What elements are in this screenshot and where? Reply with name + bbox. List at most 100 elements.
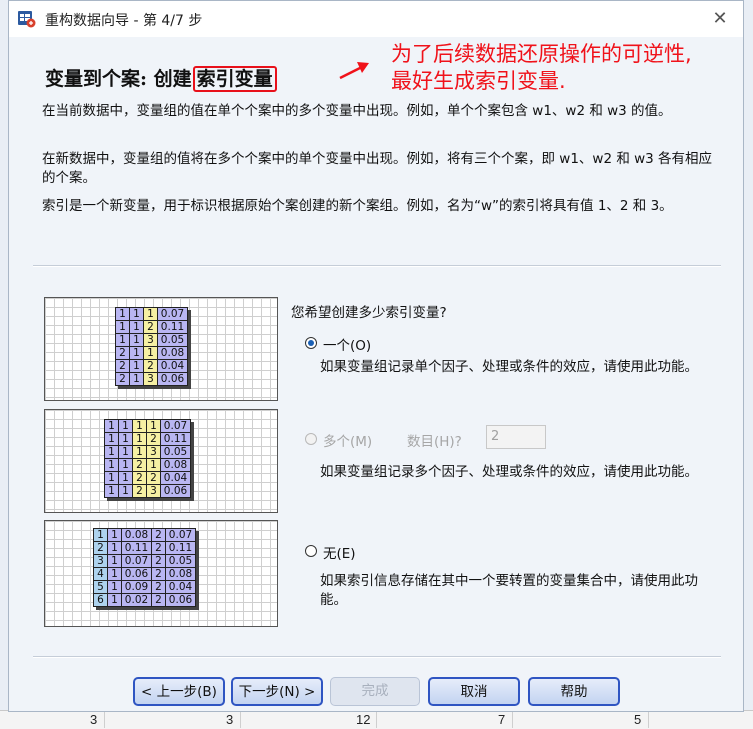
example-table-cell: 2 [151, 554, 166, 568]
annotation-line: 最好生成索引变量. [391, 69, 566, 93]
example-table-cell: 0.11 [157, 320, 188, 334]
sheet-cell[interactable]: 3 [90, 712, 97, 727]
example-table-cell: 1 [107, 541, 122, 555]
example-table-cell: 0.06 [160, 484, 191, 498]
spss-table-icon [18, 11, 36, 28]
description-paragraph: 在新数据中，变量组的值将在多个个案中的单个变量中出现。例如，将有三个个案，即 w… [42, 151, 713, 186]
title-bar[interactable]: 重构数据向导 - 第 4/7 步 ✕ [9, 1, 743, 37]
example-table-cell: 0.08 [121, 528, 152, 542]
example-table-cell: 0.08 [157, 346, 188, 360]
example-table-cell: 1 [118, 458, 133, 472]
example-table-cell: 3 [143, 372, 158, 386]
example-table-cell: 0.07 [160, 419, 191, 433]
option-none-label[interactable]: 无(E) [323, 542, 356, 562]
example-table-row: 2 1 1 0.08 [115, 346, 188, 360]
illustration-one-index: 1 1 1 0.07 1 1 2 0.11 1 1 3 0.05 2 1 1 0.08 2 1 2 0.04 2 1 3 0.… [44, 297, 278, 401]
example-table-cell: 0.11 [160, 432, 191, 446]
example-table-cell: 1 [104, 432, 119, 446]
option-none-description: 如果索引信息存储在其中一个要转置的变量集合中，请使用此功能。 [320, 573, 698, 608]
section-divider [33, 265, 721, 267]
example-table-cell: 2 [132, 458, 147, 472]
example-table-cell: 1 [132, 419, 147, 433]
example-table-cell: 2 [151, 541, 166, 555]
option-multiple-label[interactable]: 多个(M) [323, 430, 372, 450]
example-table-cell: 3 [146, 445, 161, 459]
example-table-row: 1 1 3 0.05 [115, 333, 188, 347]
example-table-cell: 2 [132, 484, 147, 498]
index-count-input[interactable]: 2 [486, 425, 546, 449]
example-table-cell: 2 [143, 320, 158, 334]
example-table-cell: 1 [104, 419, 119, 433]
example-table-cell: 1 [129, 320, 144, 334]
index-count-question: 您希望创建多少索引变量? [291, 305, 447, 321]
example-table-cell: 1 [107, 567, 122, 581]
radio-none[interactable] [305, 545, 317, 557]
option-one-description: 如果变量组记录单个因子、处理或条件的效应，请使用此功能。 [320, 359, 698, 375]
annotation-arrow-icon [339, 62, 369, 80]
example-table-cell: 6 [93, 593, 108, 607]
example-table-cell: 0.05 [165, 554, 196, 568]
example-table-row: 4 1 0.06 2 0.08 [93, 567, 196, 581]
example-table-cell: 2 [151, 593, 166, 607]
example-table-cell: 1 [115, 307, 130, 321]
sheet-cell[interactable]: 12 [356, 712, 370, 727]
example-table-cell: 1 [107, 593, 122, 607]
example-table-cell: 0.06 [121, 567, 152, 581]
example-table-cell: 1 [129, 307, 144, 321]
sheet-cell[interactable]: 3 [226, 712, 233, 727]
example-table-row: 1 1 1 3 0.05 [104, 445, 191, 459]
example-table-cell: 1 [118, 445, 133, 459]
sheet-column-divider [104, 712, 105, 728]
example-table-cell: 1 [107, 554, 122, 568]
example-table-cell: 0.06 [157, 372, 188, 386]
example-table-row: 1 1 1 0.07 [115, 307, 188, 321]
example-table-cell: 2 [115, 372, 130, 386]
back-button[interactable]: < 上一步(B) [133, 677, 225, 706]
heading-prefix: 变量到个案: 创建 [45, 68, 192, 90]
example-table-row: 1 1 2 0.11 [115, 320, 188, 334]
example-table-cell: 1 [107, 580, 122, 594]
example-table-row: 1 1 2 3 0.06 [104, 484, 191, 498]
example-table-row: 5 1 0.09 2 0.04 [93, 580, 196, 594]
example-table-cell: 0.11 [121, 541, 152, 555]
finish-button[interactable]: 完成 [330, 677, 420, 706]
example-table-row: 1 1 1 1 0.07 [104, 419, 191, 433]
example-table-cell: 0.08 [165, 567, 196, 581]
option-one-label[interactable]: 一个(O) [323, 334, 371, 354]
example-table-cell: 3 [143, 333, 158, 347]
example-table-cell: 1 [129, 359, 144, 373]
cancel-button[interactable]: 取消 [428, 677, 520, 706]
close-button[interactable]: ✕ [705, 5, 735, 33]
example-table-cell: 1 [132, 432, 147, 446]
next-button[interactable]: 下一步(N) > [231, 677, 323, 706]
example-table-cell: 1 [146, 458, 161, 472]
radio-multiple[interactable] [305, 433, 317, 445]
example-table-row: 1 1 2 1 0.08 [104, 458, 191, 472]
example-table-cell: 1 [107, 528, 122, 542]
example-table-cell: 2 [93, 541, 108, 555]
annotation-line: 为了后续数据还原操作的可逆性, [391, 42, 692, 66]
example-table-cell: 0.05 [157, 333, 188, 347]
description-paragraph: 索引是一个新变量，用于标识根据原始个案创建的新个案组。例如，名为“w”的索引将具… [42, 198, 673, 214]
step-heading: 变量到个案: 创建 索引变量 [45, 64, 277, 92]
example-table-cell: 0.04 [157, 359, 188, 373]
red-annotation: 为了后续数据还原操作的可逆性, 最好生成索引变量. [391, 41, 743, 95]
sheet-column-divider [240, 712, 241, 728]
example-data-table: 1 1 1 0.07 1 1 2 0.11 1 1 3 0.05 2 1 1 0.08 2 1 2 0.04 2 1 3 0.… [115, 307, 188, 386]
example-table-row: 1 1 2 2 0.04 [104, 471, 191, 485]
example-table-cell: 2 [151, 528, 166, 542]
example-data-table: 1 1 0.08 2 0.07 2 1 0.11 2 0.11 3 1 0.07 2 0.05 4 1 0.06 2… [93, 528, 196, 607]
example-table-cell: 1 [146, 419, 161, 433]
sheet-cell[interactable]: 5 [634, 712, 641, 727]
help-button[interactable]: 帮助 [528, 677, 620, 706]
example-table-cell: 0.04 [165, 580, 196, 594]
radio-one[interactable] [305, 337, 317, 349]
example-table-cell: 0.06 [165, 593, 196, 607]
example-table-cell: 1 [118, 471, 133, 485]
illustration-no-index: 1 1 0.08 2 0.07 2 1 0.11 2 0.11 3 1 0.07 2 0.05 4 1 0.06 2… [44, 520, 278, 627]
sheet-cell[interactable]: 7 [498, 712, 505, 727]
example-table-cell: 1 [143, 346, 158, 360]
example-table-cell: 1 [132, 445, 147, 459]
example-table-cell: 1 [118, 484, 133, 498]
option-multiple-description: 如果变量组记录多个因子、处理或条件的效应，请使用此功能。 [320, 464, 698, 480]
